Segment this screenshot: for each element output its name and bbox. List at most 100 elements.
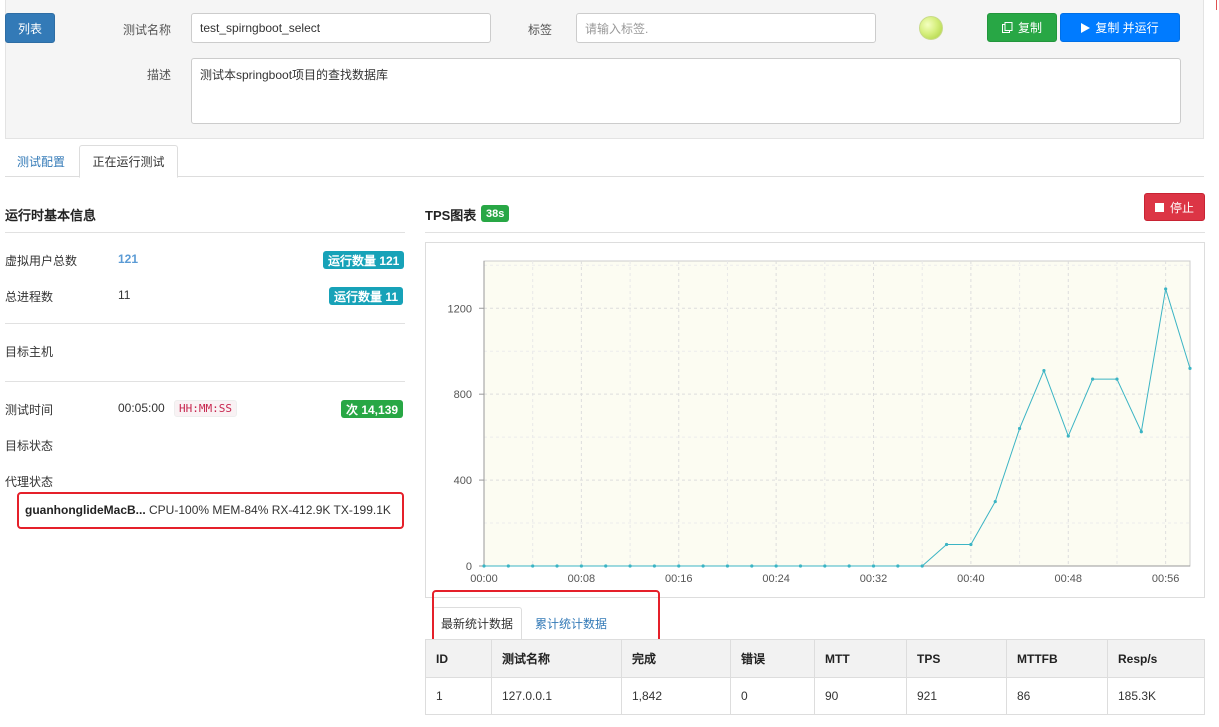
tps-data-point (1139, 430, 1143, 434)
col-tps: TPS (906, 639, 1007, 678)
copy-button-label: 复制 (1017, 21, 1042, 35)
col-mtt: MTT (814, 639, 907, 678)
tps-data-point (823, 564, 827, 568)
col-completed: 完成 (621, 639, 731, 678)
cell-tps: 921 (906, 677, 1007, 715)
status-indicator-ball (919, 16, 943, 40)
tps-data-point (1066, 434, 1070, 438)
list-button[interactable]: 列表 (5, 13, 55, 43)
tps-data-point (701, 564, 705, 568)
tps-data-point (725, 564, 730, 568)
tps-data-point (896, 564, 900, 568)
cell-test-name: 127.0.0.1 (491, 677, 622, 715)
col-mttfb: MTTFB (1006, 639, 1108, 678)
cell-mtt: 90 (814, 677, 907, 715)
test-name-input[interactable]: test_spirngboot_select (191, 13, 491, 43)
vusers-label: 虚拟用户总数 (5, 254, 78, 268)
processes-running-badge: 运行数量 11 (329, 287, 404, 305)
x-tick-label: 00:40 (957, 573, 985, 585)
tab-cumulative-stats[interactable]: 累计统计数据 (526, 607, 616, 639)
agent-stats: CPU-100% MEM-84% RX-412.9K TX-199.1K (149, 503, 391, 517)
tps-data-point (1017, 426, 1022, 431)
y-tick-label: 400 (454, 475, 472, 487)
tps-chart-container: 00:00 00:08 00:16 00:24 00:32 00:40 00:48 00:56… (425, 242, 1205, 598)
x-tick-label: 00:24 (762, 573, 790, 585)
agent-status-label: 代理状态 (5, 475, 54, 489)
vusers-value: 121 (118, 252, 139, 266)
y-tick-label: 0 (466, 561, 472, 573)
cell-id: 1 (425, 677, 492, 715)
cell-errors: 0 (730, 677, 815, 715)
y-tick-label: 1200 (448, 303, 472, 315)
target-status-label: 目标状态 (5, 439, 54, 453)
tab-test-config[interactable]: 测试配置 (5, 145, 77, 177)
tps-data-point (1115, 377, 1119, 381)
description-label: 描述 (147, 68, 172, 82)
tps-data-point (993, 499, 997, 504)
play-icon (1081, 22, 1091, 33)
tps-data-point (798, 564, 803, 568)
main-tabs: 测试配置 正在运行测试 (5, 145, 1204, 178)
elapsed-badge: 38s (481, 205, 510, 222)
runtime-info-title: 运行时基本信息 (5, 208, 97, 223)
x-tick-label: 00:08 (568, 573, 596, 585)
divider (425, 232, 1205, 233)
tag-label: 标签 (528, 23, 553, 37)
copy-and-run-button[interactable]: 复制 并运行 (1060, 13, 1180, 42)
description-textarea[interactable]: 测试本springboot项目的查找数据库 (191, 58, 1181, 124)
tps-data-point (579, 564, 583, 568)
tps-data-point (944, 542, 949, 547)
tps-data-point (1164, 287, 1168, 291)
tps-data-point (677, 564, 681, 568)
tps-data-point (750, 564, 754, 568)
copy-button[interactable]: 复制 (987, 13, 1057, 42)
divider (5, 232, 405, 233)
test-name-label: 测试名称 (123, 23, 172, 37)
tps-chart-title: TPS图表 (425, 208, 477, 223)
col-errors: 错误 (730, 639, 815, 678)
test-time-label: 测试时间 (5, 403, 54, 417)
tps-data-point (482, 564, 486, 568)
col-resp: Resp/s (1107, 639, 1205, 678)
tps-data-point (847, 564, 851, 568)
run-count-badge: 次 14,139 (341, 400, 404, 418)
x-tick-label: 00:00 (470, 573, 498, 585)
tps-data-point (555, 564, 559, 568)
stats-tabs: 最新统计数据 累计统计数据 (432, 607, 1192, 639)
target-host-label: 目标主机 (5, 345, 54, 359)
table-row: 1 127.0.0.1 1,842 0 90 921 86 185.3K (425, 677, 1205, 715)
tps-data-point (774, 564, 778, 568)
x-tick-label: 00:16 (665, 573, 693, 585)
cell-mttfb: 86 (1006, 677, 1108, 715)
tps-data-point (628, 564, 632, 568)
copy-icon (1001, 22, 1013, 33)
tps-data-point (506, 564, 510, 568)
tag-input[interactable]: 请输入标签. (576, 13, 876, 43)
tab-running-test[interactable]: 正在运行测试 (79, 145, 178, 178)
plot-area (483, 260, 1191, 567)
col-id: ID (425, 639, 492, 678)
agent-name: guanhonglideMacB... (25, 503, 146, 517)
processes-label: 总进程数 (5, 290, 54, 304)
tps-data-point (531, 564, 535, 568)
stop-button-label: 停止 (1169, 200, 1194, 215)
divider (5, 381, 405, 382)
tab-latest-stats[interactable]: 最新统计数据 (432, 607, 522, 639)
agent-status-line: guanhonglideMacB... CPU-100% MEM-84% RX-… (25, 503, 391, 517)
processes-value: 11 (118, 288, 131, 302)
tps-data-point (1091, 377, 1095, 381)
x-tick-label: 00:32 (860, 573, 888, 585)
divider (5, 323, 405, 324)
x-tick-label: 00:48 (1055, 573, 1083, 585)
col-test-name: 测试名称 (491, 639, 622, 678)
stop-button[interactable]: 停止 (1144, 193, 1205, 221)
cell-resp: 185.3K (1107, 677, 1205, 715)
stop-icon (1154, 202, 1164, 212)
vusers-running-badge: 运行数量 121 (323, 251, 405, 269)
tps-data-point (920, 564, 924, 568)
stats-table: ID 测试名称 完成 错误 MTT TPS MTTFB Resp/s 1 127… (425, 639, 1205, 715)
x-tick-label: 00:56 (1152, 573, 1180, 585)
tps-data-point (1042, 368, 1046, 373)
tps-data-point (604, 564, 608, 568)
y-tick-label: 800 (454, 389, 472, 401)
